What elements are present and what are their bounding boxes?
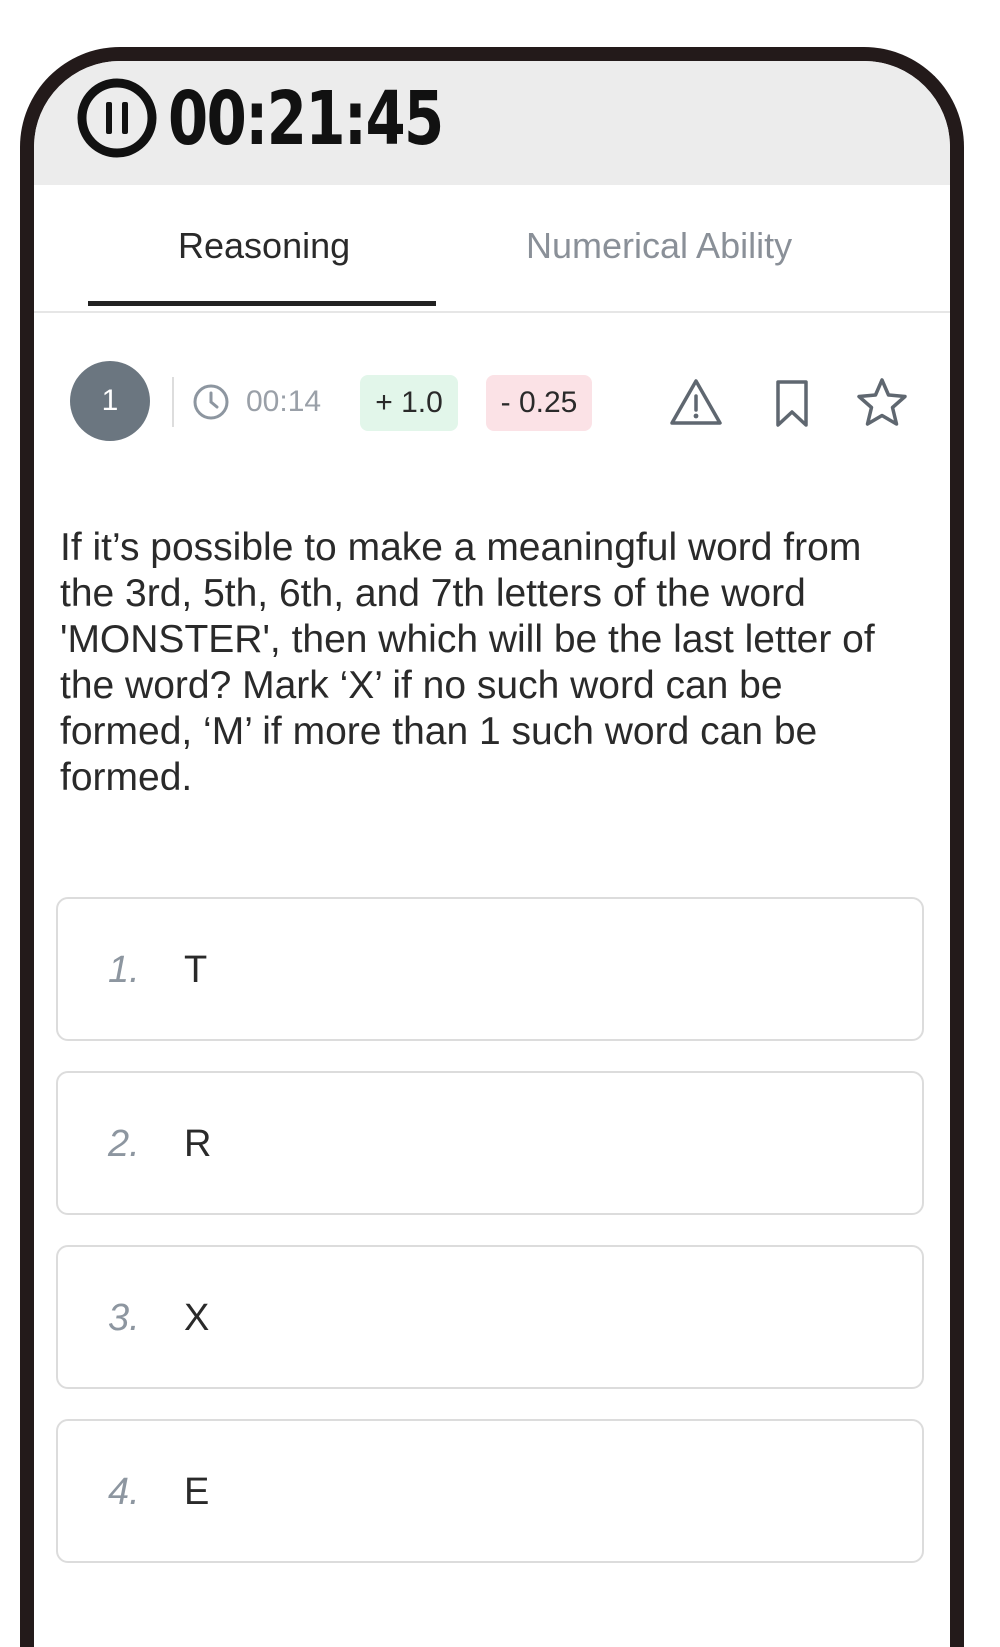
answer-option[interactable]: 4. E <box>56 1419 924 1563</box>
option-number: 3. <box>108 1297 140 1339</box>
option-number: 2. <box>108 1123 140 1165</box>
tab-numerical-ability[interactable]: Numerical Ability <box>526 221 792 271</box>
question-text: If it’s possible to make a meaningful wo… <box>60 526 875 799</box>
positive-marks-badge: + 1.0 <box>360 375 458 431</box>
tab-reasoning[interactable]: Reasoning <box>178 221 350 271</box>
timer-display: 00:21:45 <box>168 76 444 162</box>
section-tabs: Reasoning Numerical Ability <box>34 185 950 313</box>
option-number: 1. <box>108 949 140 991</box>
negative-marks-badge: - 0.25 <box>486 375 592 431</box>
bookmark-icon[interactable] <box>764 375 820 431</box>
warning-icon[interactable] <box>668 375 724 431</box>
active-tab-indicator <box>88 301 436 306</box>
pause-icon[interactable] <box>76 77 158 159</box>
option-text: E <box>184 1471 210 1513</box>
option-text: X <box>184 1297 210 1339</box>
option-number: 4. <box>108 1471 140 1513</box>
star-icon[interactable] <box>854 375 910 431</box>
clock-icon <box>193 384 229 420</box>
divider <box>172 377 174 427</box>
option-text: T <box>184 949 208 991</box>
question-time: 00:14 <box>246 385 322 418</box>
answer-options: 1. T 2. R 3. X 4. E <box>56 897 924 1593</box>
question-number-badge[interactable]: 1 <box>70 361 150 441</box>
timer-bar: 00:21:45 <box>34 61 950 185</box>
answer-option[interactable]: 2. R <box>56 1071 924 1215</box>
answer-option[interactable]: 3. X <box>56 1245 924 1389</box>
question-info-bar: 1 00:14 + 1.0 - 0.25 <box>34 361 950 451</box>
phone-frame: 00:21:45 Reasoning Numerical Ability 1 0… <box>20 47 964 1647</box>
answer-option[interactable]: 1. T <box>56 897 924 1041</box>
option-text: R <box>184 1123 212 1165</box>
